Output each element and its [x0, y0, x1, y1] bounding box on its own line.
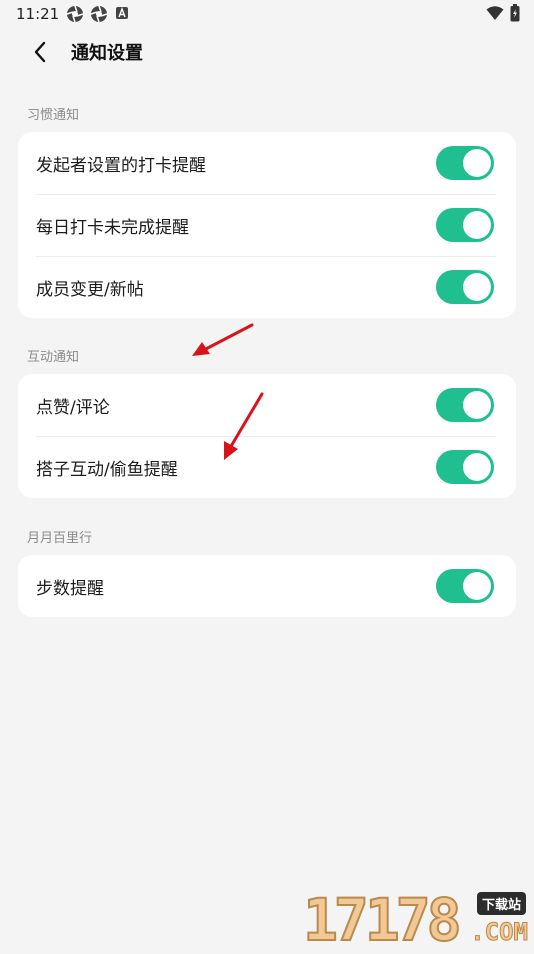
- toggle-switch[interactable]: [436, 208, 494, 242]
- app-badge-icon: [116, 7, 128, 19]
- watermark-text: 17178: [302, 885, 463, 954]
- setting-label: 步数提醒: [36, 579, 104, 599]
- setting-row-checkin-reminder[interactable]: 发起者设置的打卡提醒: [18, 132, 516, 194]
- watermark-domain: .COM: [470, 918, 529, 947]
- status-bar: 11:21: [0, 0, 534, 28]
- status-notification-icons: [66, 5, 130, 23]
- chevron-left-icon: [34, 41, 46, 63]
- setting-label: 点赞/评论: [36, 398, 110, 418]
- battery-icon: [510, 4, 520, 22]
- setting-row-member-changes[interactable]: 成员变更/新帖: [18, 256, 516, 318]
- section-label-monthly-walk: 月月百里行: [27, 531, 93, 546]
- aperture-icon: [90, 5, 108, 23]
- setting-label: 搭子互动/偷鱼提醒: [36, 460, 178, 480]
- toggle-knob: [463, 149, 491, 177]
- setting-label: 每日打卡未完成提醒: [36, 218, 189, 238]
- toggle-knob: [463, 572, 491, 600]
- watermark-logo: 17178 下载站 .COM: [302, 885, 529, 954]
- toggle-switch[interactable]: [436, 450, 494, 484]
- card-monthly-walk: 步数提醒: [18, 555, 516, 617]
- setting-label: 成员变更/新帖: [36, 280, 144, 300]
- watermark-tag: 下载站: [476, 892, 526, 915]
- aperture-icon: [66, 5, 84, 23]
- toggle-knob: [463, 391, 491, 419]
- status-system-icons: [486, 4, 520, 22]
- status-time: 11:21: [16, 5, 60, 23]
- toggle-knob: [463, 273, 491, 301]
- annotation-arrow-icon: [224, 392, 264, 460]
- setting-label: 发起者设置的打卡提醒: [36, 156, 206, 176]
- annotation-arrow-icon: [192, 323, 254, 356]
- toggle-switch[interactable]: [436, 146, 494, 180]
- section-label-interaction: 互动通知: [27, 350, 80, 365]
- header: 通知设置: [0, 30, 534, 74]
- setting-row-step-reminder[interactable]: 步数提醒: [18, 555, 516, 617]
- toggle-switch[interactable]: [436, 569, 494, 603]
- toggle-knob: [463, 453, 491, 481]
- card-habit-notifications: 发起者设置的打卡提醒 每日打卡未完成提醒 成员变更/新帖: [18, 132, 516, 318]
- section-label-habit: 习惯通知: [27, 108, 80, 123]
- toggle-knob: [463, 211, 491, 239]
- toggle-switch[interactable]: [436, 388, 494, 422]
- back-button[interactable]: [26, 38, 54, 66]
- setting-row-daily-unfinished[interactable]: 每日打卡未完成提醒: [18, 194, 516, 256]
- wifi-icon: [486, 6, 504, 20]
- page-title: 通知设置: [71, 43, 143, 64]
- toggle-switch[interactable]: [436, 270, 494, 304]
